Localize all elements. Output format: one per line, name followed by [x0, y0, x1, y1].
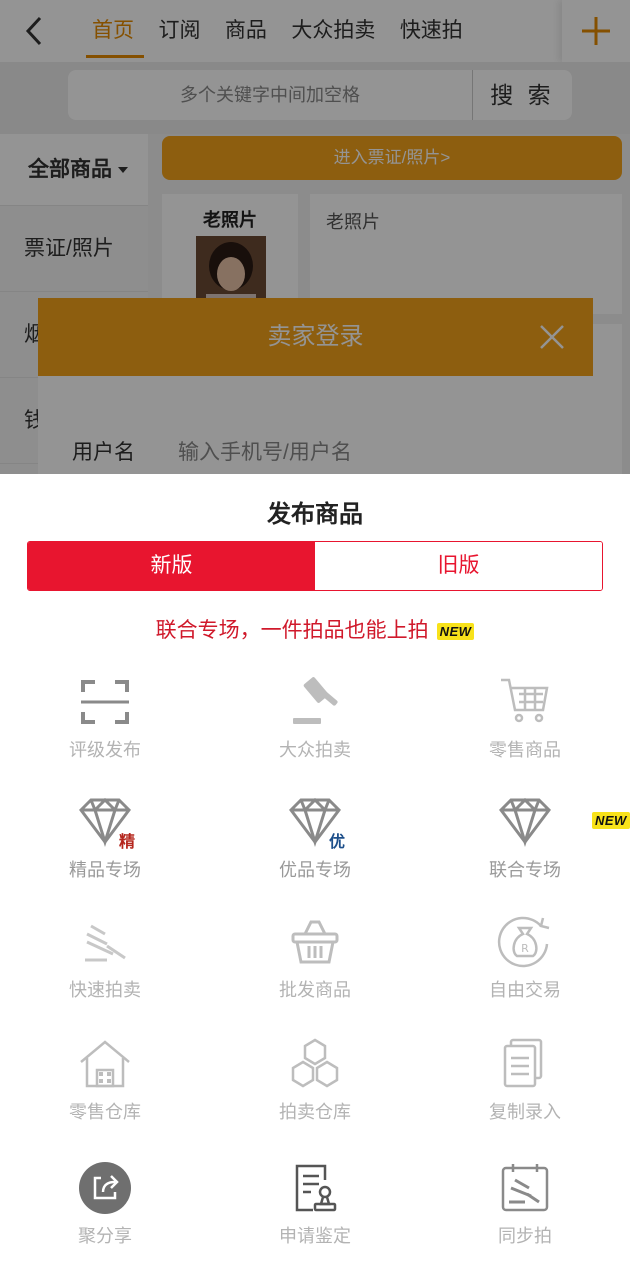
grid-item-label: 复制录入	[489, 1102, 561, 1122]
grid-item-label: 联合专场	[489, 860, 561, 880]
gavel-icon	[293, 677, 338, 724]
grid-item-public-auction[interactable]: 大众拍卖	[235, 674, 395, 762]
grid-item-auction-warehouse[interactable]: 拍卖仓库	[235, 1036, 395, 1124]
grid-item-apply-appraisal[interactable]: 申请鉴定	[235, 1160, 395, 1248]
diamond-badge: 优	[287, 794, 345, 851]
grid-item-label: 批发商品	[279, 980, 351, 1000]
grid-item-free-trade[interactable]: R 自由交易	[445, 914, 605, 1002]
money-bag-icon: R	[497, 916, 550, 968]
diamond-badge: 精	[77, 794, 135, 851]
grid-item-label: 零售仓库	[69, 1102, 141, 1122]
grid-item-retail-goods[interactable]: 零售商品	[445, 674, 605, 762]
promo-banner[interactable]: 联合专场，一件拍品也能上拍 NEW	[0, 614, 630, 644]
diamond-icon	[499, 797, 551, 848]
grid-item-grading-publish[interactable]: 评级发布	[25, 674, 185, 762]
appraisal-icon	[295, 1164, 337, 1212]
sync-auction-icon	[501, 1164, 549, 1212]
segment-new-version[interactable]: 新版	[28, 542, 315, 590]
fast-gavel-icon	[85, 924, 126, 962]
grid-item-label: 聚分享	[78, 1226, 132, 1246]
cart-icon	[501, 678, 549, 723]
grid-item-label: 自由交易	[489, 980, 561, 1000]
boxes-icon	[291, 1038, 339, 1088]
seller-login-dialog: 卖家登录 用户名 输入手机号/用户名	[38, 298, 593, 474]
grid-item-retail-warehouse[interactable]: 零售仓库	[25, 1036, 185, 1124]
grid-item-label: 零售商品	[489, 740, 561, 760]
version-switch: 新版 旧版	[27, 541, 603, 591]
new-badge: NEW	[592, 812, 630, 829]
grid-item-sync-auction[interactable]: 同步拍	[445, 1160, 605, 1248]
grid-item-wholesale[interactable]: 批发商品	[235, 914, 395, 1002]
grid-item-share[interactable]: 聚分享	[25, 1160, 185, 1248]
segment-old-version[interactable]: 旧版	[315, 542, 602, 590]
grid-item-label: 大众拍卖	[279, 740, 351, 760]
tag-quality: 优	[328, 834, 345, 851]
grid-item-label: 拍卖仓库	[279, 1102, 351, 1122]
grid-item-fast-auction[interactable]: 快速拍卖	[25, 914, 185, 1002]
share-icon	[79, 1162, 131, 1214]
grid-item-label: 申请鉴定	[279, 1226, 351, 1246]
grid-item-label: 快速拍卖	[69, 980, 141, 1000]
promo-text: 联合专场，一件拍品也能上拍	[155, 619, 429, 642]
new-badge: NEW	[436, 622, 475, 640]
sheet-title: 发布商品	[267, 501, 363, 528]
grid-item-quality-special[interactable]: 优 优品专场	[235, 794, 395, 882]
grid-item-label: 优品专场	[279, 860, 351, 880]
dialog-dim	[38, 298, 593, 474]
tag-boutique: 精	[118, 834, 135, 851]
grid-item-copy-entry[interactable]: 复制录入	[445, 1036, 605, 1124]
warehouse-icon	[80, 1040, 130, 1088]
grid-item-joint-special[interactable]: 联合专场	[445, 794, 605, 882]
scan-icon	[81, 680, 129, 724]
grid-item-label: 评级发布	[69, 740, 141, 760]
basket-icon	[291, 920, 339, 964]
background-page: 首页 订阅 商品 大众拍卖 快速拍 多个关键字中间加空格 搜 索 全部商品 票证…	[0, 0, 630, 474]
grid-item-label: 同步拍	[498, 1226, 552, 1246]
copy-doc-icon	[503, 1038, 543, 1088]
grid-item-boutique-special[interactable]: 精 精品专场	[25, 794, 185, 882]
publish-sheet: 发布商品 新版 旧版 联合专场，一件拍品也能上拍 NEW 评级发布 大众拍卖 零…	[0, 474, 630, 1280]
grid-item-label: 精品专场	[69, 860, 141, 880]
svg-text:R: R	[521, 942, 529, 955]
